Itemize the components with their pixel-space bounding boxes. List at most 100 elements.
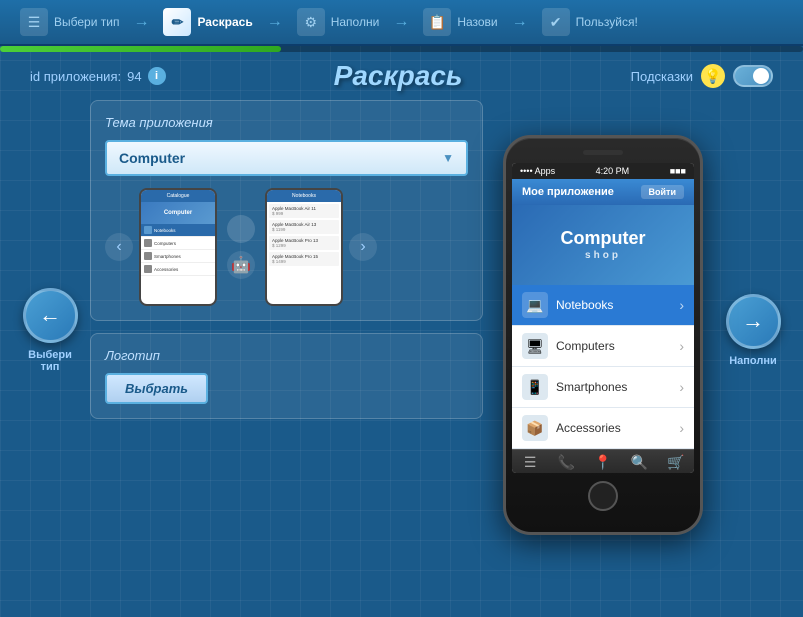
- phone-status-bar: •••• Apps 4:20 PM ■■■: [512, 163, 694, 179]
- step-fill-label: Наполни: [331, 15, 380, 29]
- phone-banner: Computer shop: [512, 205, 694, 285]
- phone-bottom-nav: ☰ Каталог 📞 Контакты 📍 Карты 🔍 Поиск: [512, 449, 694, 473]
- android-icon[interactable]: 🤖: [227, 251, 255, 279]
- step-use[interactable]: ✔ Пользуйся!: [542, 8, 638, 36]
- dropdown-arrow-icon: ▼: [442, 151, 454, 165]
- step-choose-type-label: Выбери тип: [54, 15, 119, 29]
- back-arrow-label: Выберитип: [28, 349, 72, 373]
- phone-nav-catalog[interactable]: ☰ Каталог: [512, 450, 548, 473]
- os-icons: 🤖: [223, 215, 259, 279]
- phone-app-name: Мое приложение: [522, 186, 614, 198]
- phone-device: •••• Apps 4:20 PM ■■■ Мое приложение Вой…: [503, 135, 703, 535]
- phone-banner-sub: shop: [561, 250, 646, 262]
- phone-nav-contacts[interactable]: 📞 Контакты: [548, 450, 584, 473]
- page-header: id приложения: 94 i Раскрась Подсказки 💡: [0, 52, 803, 100]
- phone-screen: •••• Apps 4:20 PM ■■■ Мое приложение Вой…: [512, 163, 694, 473]
- phone-list-text-notebooks: Notebooks: [556, 298, 679, 312]
- phone-list-item-computers[interactable]: 🖥 Computers ›: [512, 326, 694, 367]
- back-arrow-circle[interactable]: ←: [23, 288, 78, 343]
- phone-home-button[interactable]: [588, 481, 618, 511]
- app-id-value: 94: [127, 69, 141, 84]
- step-name-label: Назови: [457, 15, 497, 29]
- phone-list-icon-smartphones: 📱: [522, 374, 548, 400]
- logo-section-label: Логотип: [105, 348, 468, 363]
- arrow-2: →: [267, 13, 283, 31]
- phone-banner-main: Computer: [561, 228, 646, 250]
- phone-nav-contacts-icon: 📞: [558, 454, 575, 471]
- phone-list-text-accessories: Accessories: [556, 421, 679, 435]
- ios-icon[interactable]: [227, 215, 255, 243]
- info-icon[interactable]: i: [148, 67, 166, 85]
- app-id-section: id приложения: 94 i: [30, 67, 166, 85]
- theme-dropdown[interactable]: Computer ▼: [105, 140, 468, 176]
- phone-list-icon-computers: 🖥: [522, 333, 548, 359]
- mini-phone-1-header: Catalogue: [141, 190, 215, 202]
- phone-login-button[interactable]: Войти: [641, 185, 684, 199]
- preview-next-arrow[interactable]: ›: [349, 233, 377, 261]
- theme-dropdown-value: Computer: [119, 150, 185, 166]
- phone-status-left: •••• Apps: [520, 166, 555, 176]
- step-name-icon: 📋: [423, 8, 451, 36]
- mini-phone-1-banner: Computer: [141, 202, 215, 224]
- forward-nav[interactable]: → Наполни: [723, 100, 783, 560]
- mini-list-computers: Computers: [141, 237, 215, 250]
- mini-list-notebooks: Notebooks: [141, 224, 215, 237]
- step-choose-type[interactable]: ☰ Выбери тип: [20, 8, 119, 36]
- theme-section-label: Тема приложения: [105, 115, 468, 130]
- logo-section: Логотип Выбрать: [90, 333, 483, 419]
- mini-phone-2: Notebooks Apple MacBook Air 11$ 999 Appl…: [265, 188, 343, 306]
- phone-list-icon-accessories: 📦: [522, 415, 548, 441]
- center-panel: Тема приложения Computer ▼ ‹ Catalogue C…: [90, 100, 483, 560]
- forward-arrow-circle[interactable]: →: [726, 294, 781, 349]
- phone-list-item-smartphones[interactable]: 📱 Smartphones ›: [512, 367, 694, 408]
- hints-toggle[interactable]: [733, 65, 773, 87]
- phone-list-chevron-smartphones: ›: [679, 379, 684, 395]
- phone-list-chevron-accessories: ›: [679, 420, 684, 436]
- step-use-label: Пользуйся!: [576, 15, 638, 29]
- step-name[interactable]: 📋 Назови: [423, 8, 497, 36]
- phone-status-right: ■■■: [670, 166, 686, 176]
- main-content: ← Выберитип Тема приложения Computer ▼ ‹…: [0, 100, 803, 560]
- step-color-label: Раскрась: [197, 15, 252, 29]
- phone-list-chevron-computers: ›: [679, 338, 684, 354]
- mini-phone-1: Catalogue Computer Notebooks Computers: [139, 188, 217, 306]
- step-color-icon: ✏: [163, 8, 191, 36]
- mini-list-accessories: Accessories: [141, 263, 215, 276]
- back-nav[interactable]: ← Выберитип: [20, 100, 80, 560]
- forward-arrow-label: Наполни: [729, 355, 777, 367]
- step-fill[interactable]: ⚙ Наполни: [297, 8, 380, 36]
- arrow-4: →: [512, 13, 528, 31]
- phone-nav-catalog-icon: ☰: [524, 454, 537, 471]
- hints-label: Подсказки: [631, 69, 693, 84]
- phone-list-item-accessories[interactable]: 📦 Accessories ›: [512, 408, 694, 449]
- phone-list-item-notebooks[interactable]: 💻 Notebooks ›: [512, 285, 694, 326]
- page-title: Раскрась: [334, 60, 463, 92]
- arrow-3: →: [393, 13, 409, 31]
- phone-speaker: [583, 150, 623, 155]
- phone-list-chevron-notebooks: ›: [679, 297, 684, 313]
- hint-bulb-icon[interactable]: 💡: [701, 64, 725, 88]
- mini-list-smartphones: Smartphones: [141, 250, 215, 263]
- phone-nav-maps[interactable]: 📍 Карты: [585, 450, 621, 473]
- preview-prev-arrow[interactable]: ‹: [105, 233, 133, 261]
- phone-nav-search[interactable]: 🔍 Поиск: [621, 450, 657, 473]
- step-fill-icon: ⚙: [297, 8, 325, 36]
- app-id-label: id приложения:: [30, 69, 121, 84]
- theme-section: Тема приложения Computer ▼ ‹ Catalogue C…: [90, 100, 483, 321]
- select-logo-button[interactable]: Выбрать: [105, 373, 208, 404]
- phone-nav-search-icon: 🔍: [631, 454, 648, 471]
- hints-area: Подсказки 💡: [631, 64, 773, 88]
- phone-list-icon-notebooks: 💻: [522, 292, 548, 318]
- phone-app-header: Мое приложение Войти: [512, 179, 694, 205]
- phone-nav-cart-icon: 🛒: [667, 454, 684, 471]
- phone-list-text-smartphones: Smartphones: [556, 380, 679, 394]
- progress-steps: ☰ Выбери тип → ✏ Раскрась → ⚙ Наполни → …: [0, 0, 803, 46]
- phone-list-text-computers: Computers: [556, 339, 679, 353]
- phone-mockup-container: •••• Apps 4:20 PM ■■■ Мое приложение Вой…: [493, 100, 713, 560]
- phone-nav-maps-icon: 📍: [594, 454, 611, 471]
- phone-nav-cart[interactable]: 🛒 Корзина: [658, 450, 694, 473]
- step-choose-type-icon: ☰: [20, 8, 48, 36]
- arrow-1: →: [133, 13, 149, 31]
- step-use-icon: ✔: [542, 8, 570, 36]
- step-color[interactable]: ✏ Раскрась: [163, 8, 252, 36]
